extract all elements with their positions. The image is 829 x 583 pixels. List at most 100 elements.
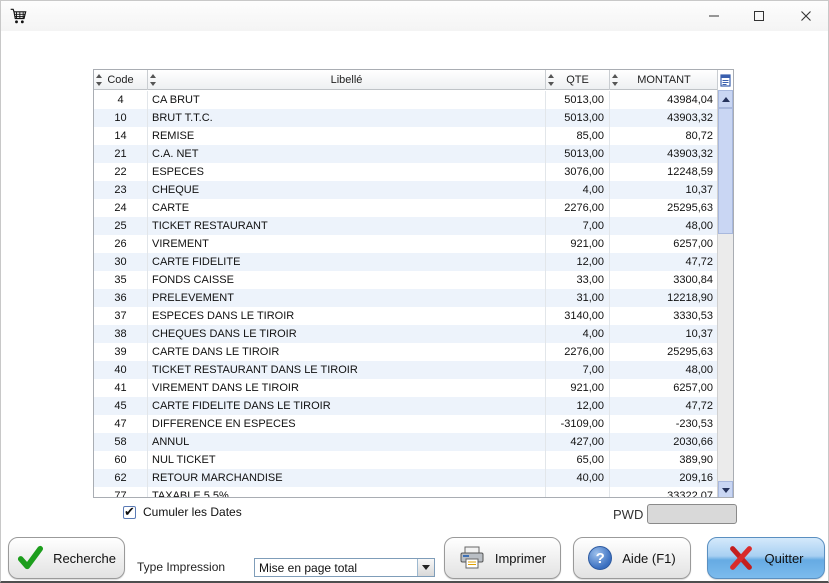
table-row[interactable]: 58ANNUL427,002030,66	[94, 433, 718, 451]
scroll-up-button[interactable]	[718, 90, 733, 108]
table-row[interactable]: 37ESPECES DANS LE TIROIR3140,003330,53	[94, 307, 718, 325]
type-impression-select[interactable]: Mise en page total	[254, 558, 435, 577]
table-cell: 427,00	[546, 433, 610, 451]
table-row[interactable]: 45CARTE FIDELITE DANS LE TIROIR12,0047,7…	[94, 397, 718, 415]
column-header-label: Libellé	[331, 74, 363, 86]
table-cell: 12218,90	[610, 289, 718, 307]
table-cell: 85,00	[546, 127, 610, 145]
table-cell: REMISE	[148, 127, 546, 145]
table-cell: 26	[94, 235, 148, 253]
quitter-button[interactable]: Quitter	[707, 537, 825, 579]
sort-icon	[547, 73, 554, 87]
imprimer-button[interactable]: Imprimer	[444, 537, 561, 579]
minimize-button[interactable]	[692, 1, 736, 31]
aide-button[interactable]: ? Aide (F1)	[573, 537, 691, 579]
cumuler-dates-label: Cumuler les Dates	[143, 505, 242, 519]
table-row[interactable]: 40TICKET RESTAURANT DANS LE TIROIR7,0048…	[94, 361, 718, 379]
table-cell: 5013,00	[546, 145, 610, 163]
table-cell: 38	[94, 325, 148, 343]
table-cell: CHEQUES DANS LE TIROIR	[148, 325, 546, 343]
table-row[interactable]: 14REMISE85,0080,72	[94, 127, 718, 145]
table-cell: CA BRUT	[148, 91, 546, 109]
table-cell: 58	[94, 433, 148, 451]
table-cell: TICKET RESTAURANT DANS LE TIROIR	[148, 361, 546, 379]
scroll-down-button[interactable]	[718, 481, 733, 498]
table-cell: 2276,00	[546, 199, 610, 217]
maximize-icon	[753, 10, 765, 22]
table-row[interactable]: 25TICKET RESTAURANT7,0048,00	[94, 217, 718, 235]
table-row[interactable]: 60NUL TICKET65,00389,90	[94, 451, 718, 469]
table-cell: 80,72	[610, 127, 718, 145]
table-cell: BRUT T.T.C.	[148, 109, 546, 127]
table-row[interactable]: 22ESPECES3076,0012248,59	[94, 163, 718, 181]
table-row[interactable]: 10BRUT T.T.C.5013,0043903,32	[94, 109, 718, 127]
table-row[interactable]: 36PRELEVEMENT31,0012218,90	[94, 289, 718, 307]
sort-icon	[611, 73, 618, 87]
table-row[interactable]: 41VIREMENT DANS LE TIROIR921,006257,00	[94, 379, 718, 397]
close-button[interactable]	[784, 1, 828, 31]
table-cell: 389,90	[610, 451, 718, 469]
pwd-field[interactable]	[647, 504, 737, 524]
table-cell: 209,16	[610, 469, 718, 487]
column-header-label: Code	[107, 74, 133, 86]
imprimer-label: Imprimer	[495, 551, 546, 566]
scrollbar-thumb[interactable]	[718, 108, 733, 234]
table-cell: 30	[94, 253, 148, 271]
cumuler-dates-checkbox[interactable]	[123, 506, 136, 519]
table-cell: PRELEVEMENT	[148, 289, 546, 307]
table-cell: 12248,59	[610, 163, 718, 181]
column-header-label: MONTANT	[637, 74, 691, 86]
column-header-qte[interactable]: QTE	[546, 70, 610, 90]
sort-icon	[149, 73, 156, 87]
table-cell: 39	[94, 343, 148, 361]
table-row[interactable]: 39CARTE DANS LE TIROIR2276,0025295,63	[94, 343, 718, 361]
table-cell: 43984,04	[610, 91, 718, 109]
table-cell	[546, 487, 610, 498]
column-header-code[interactable]: Code	[94, 70, 148, 90]
selected-option-label: Mise en page total	[255, 561, 417, 575]
column-header-montant[interactable]: MONTANT	[610, 70, 718, 90]
table-cell: 7,00	[546, 217, 610, 235]
table-row[interactable]: 38CHEQUES DANS LE TIROIR4,0010,37	[94, 325, 718, 343]
table-cell: 921,00	[546, 379, 610, 397]
quitter-label: Quitter	[764, 551, 803, 566]
table-row[interactable]: 21C.A. NET5013,0043903,32	[94, 145, 718, 163]
grid-options-button[interactable]	[717, 70, 733, 90]
table-cell: ANNUL	[148, 433, 546, 451]
table-cell: 48,00	[610, 217, 718, 235]
table-row[interactable]: 47DIFFERENCE EN ESPECES-3109,00-230,53	[94, 415, 718, 433]
table-row[interactable]: 30CARTE FIDELITE12,0047,72	[94, 253, 718, 271]
table-cell: 37	[94, 307, 148, 325]
table-row[interactable]: 26VIREMENT921,006257,00	[94, 235, 718, 253]
shopping-cart-icon[interactable]	[9, 6, 29, 26]
table-cell: 3300,84	[610, 271, 718, 289]
recherche-button[interactable]: Recherche	[8, 537, 125, 579]
table-body: 4CA BRUT5013,0043984,0410BRUT T.T.C.5013…	[94, 91, 718, 498]
table-cell: 77	[94, 487, 148, 498]
table-cell: 43903,32	[610, 145, 718, 163]
table-row[interactable]: 35FONDS CAISSE33,003300,84	[94, 271, 718, 289]
table-cell: CHEQUE	[148, 181, 546, 199]
table-cell: 12,00	[546, 253, 610, 271]
table-cell: C.A. NET	[148, 145, 546, 163]
help-icon: ?	[588, 546, 612, 570]
table-cell: 47,72	[610, 397, 718, 415]
table-cell: 10	[94, 109, 148, 127]
table-cell: NUL TICKET	[148, 451, 546, 469]
table-row[interactable]: 77TAXABLE 5,5%33322,07	[94, 487, 718, 498]
table-row[interactable]: 62RETOUR MARCHANDISE40,00209,16	[94, 469, 718, 487]
table-cell: 3330,53	[610, 307, 718, 325]
table-row[interactable]: 24CARTE2276,0025295,63	[94, 199, 718, 217]
table-cell: 5013,00	[546, 91, 610, 109]
table-cell: -230,53	[610, 415, 718, 433]
table-cell: 14	[94, 127, 148, 145]
vertical-scrollbar[interactable]	[717, 90, 733, 498]
maximize-button[interactable]	[737, 1, 781, 31]
aide-label: Aide (F1)	[622, 551, 675, 566]
column-header-libelle[interactable]: Libellé	[148, 70, 546, 90]
table-cell: 62	[94, 469, 148, 487]
table-cell: 40	[94, 361, 148, 379]
table-row[interactable]: 4CA BRUT5013,0043984,04	[94, 91, 718, 109]
table-cell: ESPECES	[148, 163, 546, 181]
table-row[interactable]: 23CHEQUE4,0010,37	[94, 181, 718, 199]
